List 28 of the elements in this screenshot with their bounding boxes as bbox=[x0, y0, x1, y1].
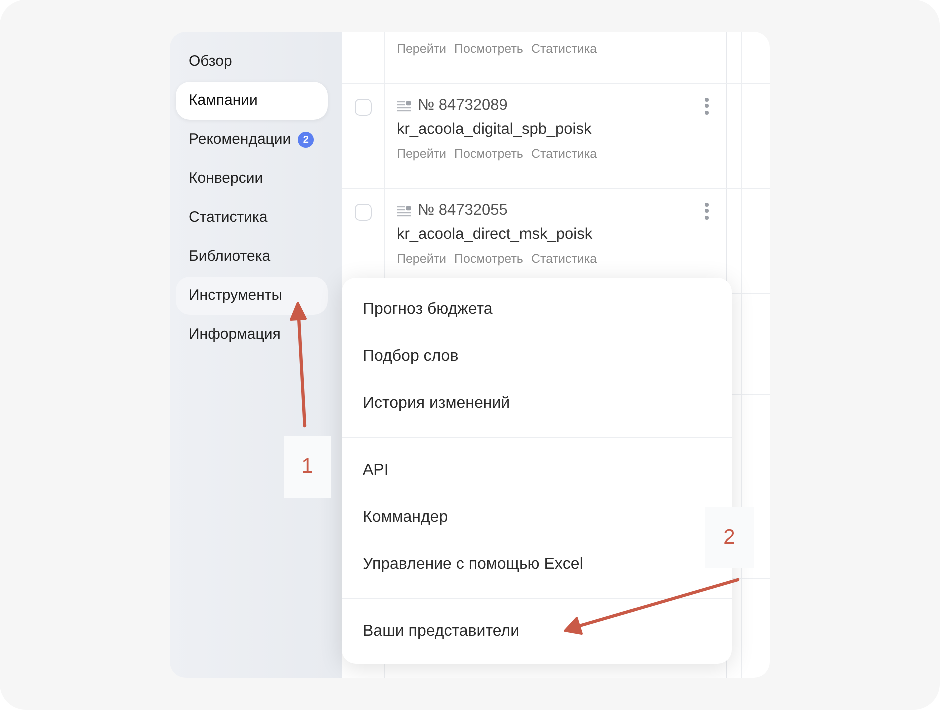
step-label: 2 bbox=[705, 507, 754, 568]
sidebar-item[interactable]: Статистика bbox=[176, 199, 328, 237]
count-badge: 2 bbox=[298, 132, 314, 148]
menu-item[interactable]: История изменений bbox=[363, 392, 510, 416]
checkbox[interactable] bbox=[354, 99, 372, 116]
sidebar-item[interactable]: Инструменты bbox=[176, 277, 328, 315]
more-icon[interactable] bbox=[705, 202, 709, 220]
menu-item[interactable]: Коммандер bbox=[363, 506, 448, 530]
checkbox[interactable] bbox=[354, 204, 372, 221]
campaign-name[interactable]: kr_acoola_digital_spb_poisk bbox=[397, 118, 592, 142]
more-icon[interactable] bbox=[705, 98, 709, 114]
sidebar-item[interactable]: Информация bbox=[176, 316, 328, 354]
menu-item[interactable]: Ваши представители bbox=[363, 620, 520, 644]
list-icon bbox=[397, 206, 411, 216]
sidebar-item[interactable]: Рекомендации 2 bbox=[176, 121, 328, 159]
menu-item[interactable]: Управление с помощью Excel bbox=[363, 552, 584, 576]
menu-item[interactable]: API bbox=[363, 458, 389, 482]
list-icon bbox=[397, 100, 411, 112]
menu-item[interactable]: Подбор слов bbox=[363, 344, 459, 368]
sidebar-item[interactable]: Конверсии bbox=[176, 160, 328, 198]
sidebar-item[interactable]: Кампании bbox=[176, 82, 328, 120]
step-label: 1 bbox=[284, 436, 331, 498]
menu-item[interactable]: Прогноз бюджета bbox=[363, 298, 493, 322]
campaign-number: № 84732089 bbox=[418, 96, 508, 116]
sidebar-item[interactable]: Библиотека bbox=[176, 238, 328, 276]
campaign-name[interactable]: kr_acoola_direct_msk_poisk bbox=[397, 223, 593, 247]
sidebar-item[interactable]: Обзор bbox=[176, 43, 328, 81]
campaign-number: № 84732055 bbox=[418, 201, 508, 222]
